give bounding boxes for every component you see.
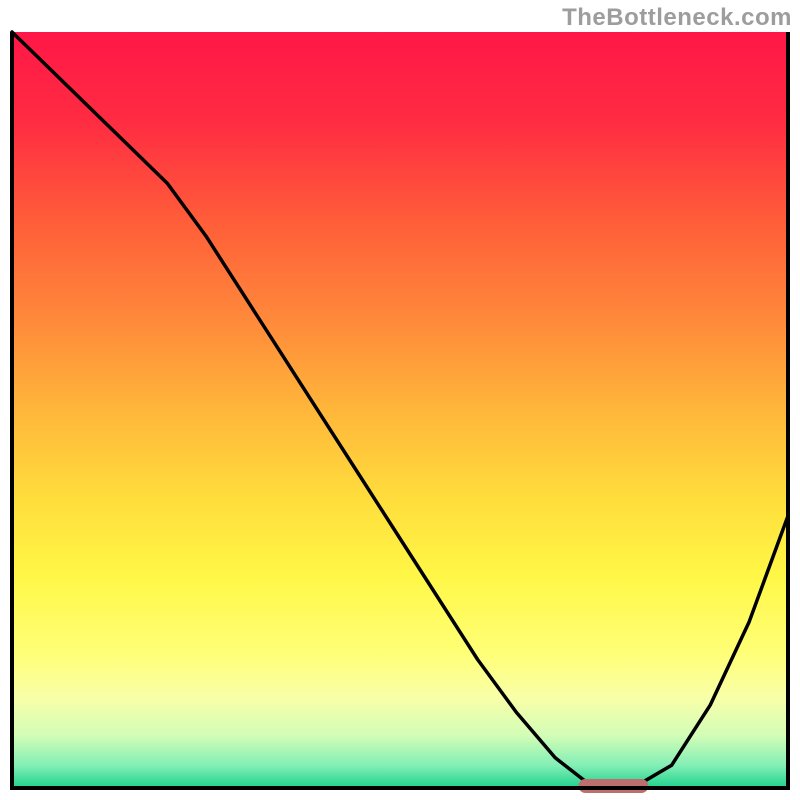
chart-stage: TheBottleneck.com [0, 0, 800, 800]
chart-svg [0, 0, 800, 800]
watermark-text: TheBottleneck.com [562, 4, 792, 32]
